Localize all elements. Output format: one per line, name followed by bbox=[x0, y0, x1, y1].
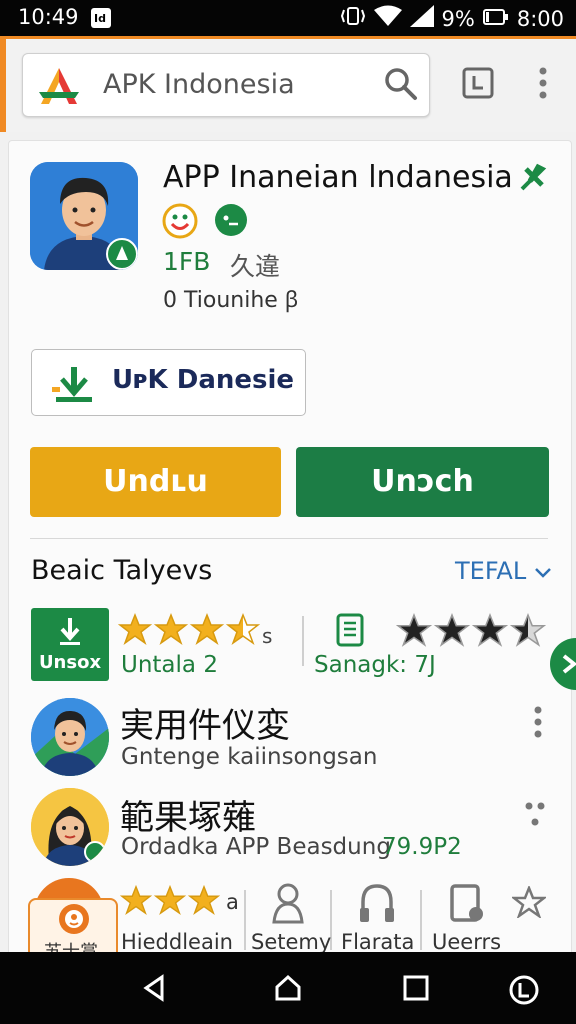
rating-label: Untala 2 bbox=[121, 652, 218, 678]
app-subtitle: 0 Tiounihe ꞵ bbox=[163, 288, 299, 313]
star-icon bbox=[117, 612, 153, 650]
status-time: 10:49 bbox=[18, 5, 79, 29]
star-icon bbox=[119, 884, 153, 920]
download-icon bbox=[52, 365, 96, 407]
pin-icon[interactable] bbox=[518, 163, 548, 197]
app-icon[interactable] bbox=[30, 162, 138, 270]
divider bbox=[244, 890, 246, 950]
svg-text:Id: Id bbox=[94, 12, 106, 25]
assistant-icon[interactable] bbox=[508, 974, 540, 1010]
search-bar[interactable]: APK Indonesia bbox=[22, 53, 430, 117]
vibrate-icon bbox=[340, 6, 366, 31]
divider bbox=[30, 538, 548, 539]
star-icon bbox=[187, 884, 221, 920]
promo-tile[interactable]: 苏士賞 bbox=[28, 898, 118, 960]
status-bar: 10:49 Id 9% 8:00 bbox=[0, 0, 576, 36]
section-title: Beaic Talyevs bbox=[31, 555, 213, 586]
star-icon bbox=[471, 612, 509, 652]
home-icon[interactable] bbox=[274, 974, 302, 1006]
list-item-title[interactable]: 範果塚薙 bbox=[120, 790, 256, 839]
chevron-down-icon bbox=[534, 568, 551, 578]
rating-stars-dark bbox=[395, 612, 548, 652]
divider bbox=[302, 616, 304, 666]
device-icon bbox=[448, 884, 488, 928]
store-logo-icon bbox=[37, 66, 81, 110]
recents-icon[interactable] bbox=[402, 974, 430, 1006]
star-icon bbox=[225, 612, 261, 650]
arrow-down-icon bbox=[60, 618, 80, 645]
award-icon bbox=[268, 882, 308, 928]
star-icon bbox=[509, 612, 547, 652]
history-icon[interactable] bbox=[462, 67, 494, 103]
star-outline-icon[interactable] bbox=[510, 884, 548, 922]
strip-item-label[interactable]: Setemy bbox=[251, 930, 331, 954]
more-icon[interactable] bbox=[524, 800, 546, 832]
rating-suffix: a bbox=[226, 890, 239, 914]
rating-stars bbox=[117, 612, 262, 650]
list-item-subtitle: Gntenge kaiinsongsan bbox=[121, 744, 378, 770]
face-badge-icon bbox=[162, 203, 198, 243]
star-icon bbox=[395, 612, 433, 652]
system-nav-bar bbox=[0, 952, 576, 1024]
wifi-icon bbox=[373, 5, 402, 32]
install-button[interactable]: Unↄch bbox=[296, 447, 549, 517]
divider bbox=[420, 890, 422, 950]
download-count-box[interactable]: Unsox bbox=[31, 608, 109, 681]
chat-badge-icon bbox=[214, 203, 248, 241]
apk-download-label: UᴘK Danesie bbox=[112, 365, 295, 395]
apk-download-button[interactable]: UᴘK Danesie bbox=[31, 349, 306, 416]
search-query[interactable]: APK Indonesia bbox=[103, 69, 295, 100]
strip-item-label[interactable]: Ueerrs bbox=[432, 930, 501, 954]
back-icon[interactable] bbox=[142, 974, 166, 1006]
more-vert-icon[interactable] bbox=[538, 67, 548, 103]
doc-label: Sanagk: 7J bbox=[314, 652, 436, 678]
headphones-icon bbox=[357, 882, 397, 928]
battery-percent: 9% bbox=[441, 6, 475, 31]
top-app-bar: APK Indonesia bbox=[0, 36, 576, 132]
rating-suffix: s bbox=[262, 624, 273, 648]
rating-stars bbox=[119, 884, 222, 920]
download-count-label: Unsox bbox=[38, 652, 102, 673]
strip-item-label[interactable]: Flarata bbox=[341, 930, 414, 954]
download-button[interactable]: Undʟu bbox=[30, 447, 281, 517]
star-icon bbox=[189, 612, 225, 650]
star-icon bbox=[153, 884, 187, 920]
app-size: 1FB bbox=[163, 247, 211, 276]
section-link[interactable]: TEFAL bbox=[455, 557, 552, 585]
chevron-right-icon bbox=[562, 654, 576, 674]
status-clock: 8:00 bbox=[516, 6, 564, 31]
search-icon[interactable] bbox=[383, 66, 419, 106]
list-item-subtitle: Ordadka APP Beasdung bbox=[121, 834, 391, 860]
section-link-label: TEFAL bbox=[455, 557, 527, 585]
battery-icon bbox=[482, 7, 509, 31]
avatar[interactable] bbox=[31, 698, 109, 776]
document-icon bbox=[336, 613, 364, 651]
mascot-icon bbox=[59, 904, 89, 934]
more-vert-icon[interactable] bbox=[533, 706, 543, 742]
avatar[interactable] bbox=[31, 788, 109, 866]
signal-icon bbox=[409, 5, 434, 32]
app-category: 久違 bbox=[230, 252, 281, 281]
star-icon bbox=[433, 612, 471, 652]
app-title: APP Inaneian lndanesia bbox=[163, 160, 513, 195]
star-icon bbox=[153, 612, 189, 650]
list-item-title[interactable]: 実用件仪変 bbox=[120, 698, 290, 747]
list-item-price: 79.9P2 bbox=[382, 834, 462, 860]
notification-icon: Id bbox=[90, 7, 112, 34]
strip-item-label[interactable]: Hieddleain bbox=[121, 930, 233, 954]
